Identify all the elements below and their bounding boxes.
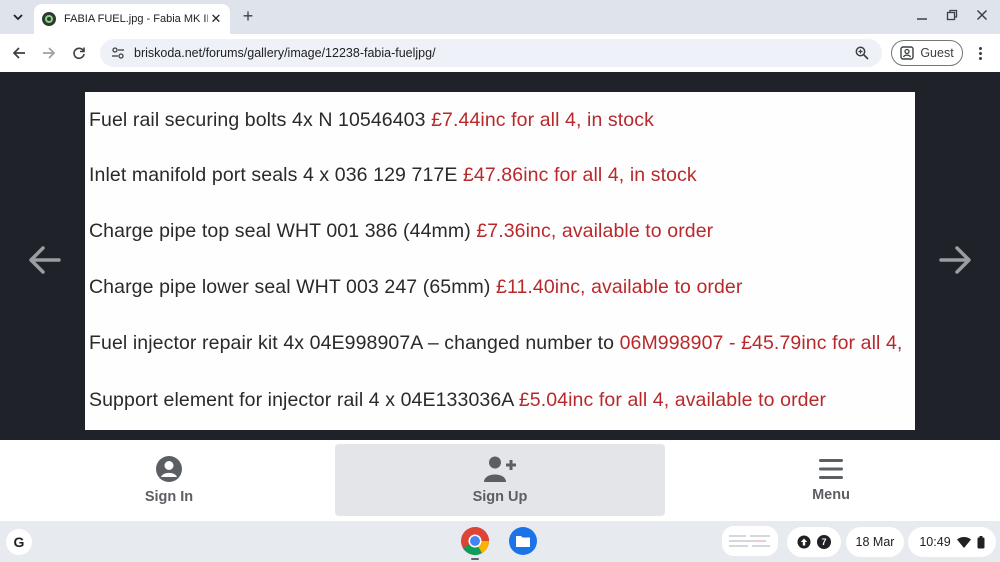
sign-up-button[interactable]: Sign Up <box>335 444 665 516</box>
user-circle-icon <box>156 456 182 482</box>
tab-strip: FABIA FUEL.jpg - Fabia MK III 2 ✕ + <box>0 0 1000 34</box>
image-text-line: Charge pipe top seal WHT 001 386 (44mm) … <box>89 220 714 242</box>
bottom-navigation: Sign In Sign Up Menu <box>0 440 1000 521</box>
window-controls <box>914 5 990 25</box>
reload-icon <box>73 47 85 60</box>
chrome-app-icon[interactable] <box>460 526 490 556</box>
browser-tab[interactable]: FABIA FUEL.jpg - Fabia MK III 2 ✕ <box>34 4 230 34</box>
battery-icon <box>977 535 985 548</box>
guest-profile-icon <box>900 46 915 60</box>
tab-close-icon[interactable]: ✕ <box>208 11 224 27</box>
image-text-line: Fuel injector repair kit 4x 04E998907A –… <box>89 332 903 354</box>
launcher-button[interactable]: G <box>6 529 32 555</box>
new-tab-button[interactable]: + <box>238 6 258 26</box>
image-text-line: Charge pipe lower seal WHT 003 247 (65mm… <box>89 276 743 298</box>
next-image-button[interactable] <box>938 242 974 278</box>
hamburger-menu-icon <box>819 459 843 479</box>
menu-button[interactable]: Menu <box>666 444 996 516</box>
image-viewer: Fuel rail securing bolts 4x N 10546403 £… <box>0 72 1000 440</box>
address-bar[interactable]: briskoda.net/forums/gallery/image/12238-… <box>100 39 882 67</box>
close-window-icon[interactable] <box>974 5 990 25</box>
back-arrow-icon <box>12 47 25 59</box>
time-text: 10:49 <box>919 535 951 549</box>
upload-icon <box>797 535 811 549</box>
guest-profile-button[interactable]: Guest <box>891 40 963 66</box>
tab-search-dropdown[interactable] <box>8 7 28 27</box>
forward-arrow-icon <box>43 47 56 59</box>
tab-title: FABIA FUEL.jpg - Fabia MK III 2 <box>64 13 208 25</box>
files-app-icon[interactable] <box>508 526 538 556</box>
arrow-right-icon <box>939 246 971 274</box>
wifi-icon <box>956 536 971 548</box>
running-indicator <box>471 558 479 560</box>
notification-tray[interactable]: 7 <box>787 527 841 557</box>
image-text-line: Fuel rail securing bolts 4x N 10546403 £… <box>89 109 654 131</box>
reload-button[interactable] <box>68 42 90 64</box>
os-shelf: G 7 18 Mar 10:49 <box>0 521 1000 562</box>
zoom-icon[interactable] <box>852 43 872 63</box>
site-favicon-icon <box>42 12 56 26</box>
guest-label: Guest <box>920 46 954 60</box>
arrow-left-icon <box>29 246 61 274</box>
image-text-line: Support element for injector rail 4 x 04… <box>89 389 827 411</box>
gallery-image: Fuel rail securing bolts 4x N 10546403 £… <box>85 92 915 430</box>
user-plus-icon <box>484 456 516 482</box>
sign-in-label: Sign In <box>144 489 194 505</box>
site-settings-icon[interactable] <box>108 43 128 63</box>
restore-icon[interactable] <box>944 5 960 25</box>
minimize-icon[interactable] <box>914 5 930 25</box>
previous-image-button[interactable] <box>26 242 62 278</box>
browser-menu-button[interactable] <box>970 43 990 63</box>
sign-up-label: Sign Up <box>472 489 528 505</box>
sign-in-button[interactable]: Sign In <box>4 444 334 516</box>
back-button[interactable] <box>8 42 30 64</box>
browser-toolbar: briskoda.net/forums/gallery/image/12238-… <box>0 34 1000 72</box>
status-tray[interactable]: 10:49 <box>908 527 996 557</box>
menu-label: Menu <box>812 487 850 503</box>
forward-button[interactable] <box>38 42 60 64</box>
url-text[interactable]: briskoda.net/forums/gallery/image/12238-… <box>134 46 852 60</box>
date-tray[interactable]: 18 Mar <box>846 527 904 557</box>
notification-count: 7 <box>817 535 831 549</box>
screenshot-thumbnail[interactable] <box>722 526 778 556</box>
date-text: 18 Mar <box>855 535 895 549</box>
image-text-line: Inlet manifold port seals 4 x 036 129 71… <box>89 164 697 186</box>
chevron-down-icon <box>13 14 23 21</box>
